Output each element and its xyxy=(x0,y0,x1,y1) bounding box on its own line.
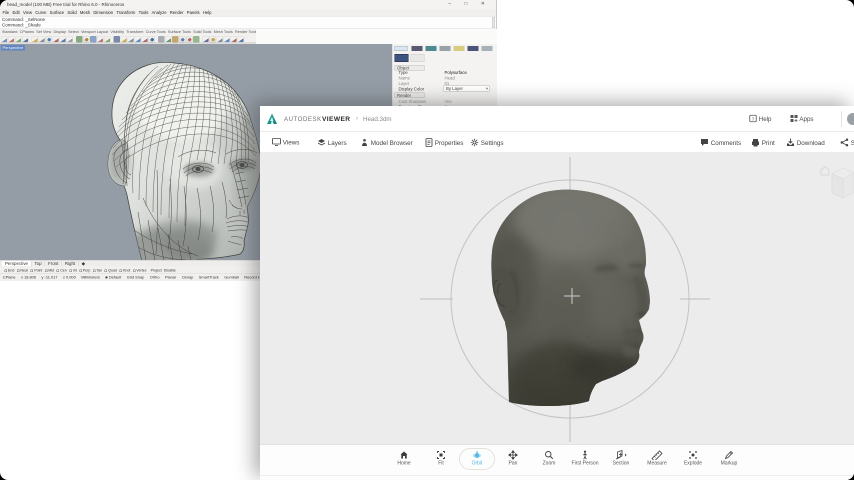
svg-text:?: ? xyxy=(752,116,755,121)
